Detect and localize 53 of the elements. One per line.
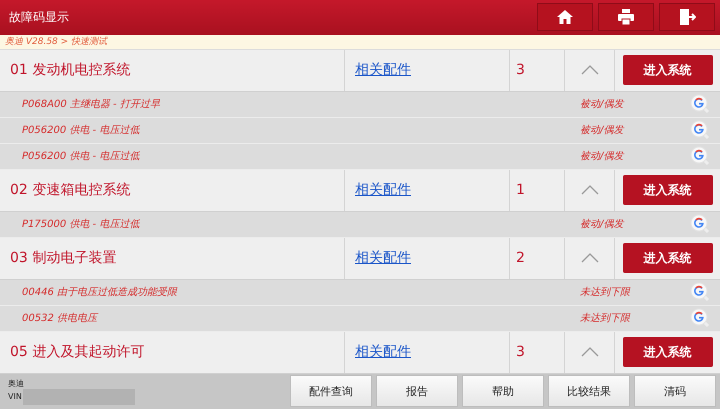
search-icon[interactable] xyxy=(690,308,710,328)
fault-status: 未达到下限 xyxy=(580,312,632,326)
footer-button[interactable]: 配件查询 xyxy=(290,375,372,408)
home-icon xyxy=(556,8,574,26)
exit-button[interactable] xyxy=(659,3,715,32)
fault-count: 1 xyxy=(510,170,565,211)
screen-title: 故障码显示 xyxy=(9,8,70,26)
parts-link[interactable]: 相关配件 xyxy=(345,343,411,362)
fault-status: 被动/偶发 xyxy=(580,150,626,164)
vehicle-name: 奥迪 xyxy=(8,378,25,389)
fault-status: 被动/偶发 xyxy=(580,98,626,112)
enter-system-button[interactable]: 进入系统 xyxy=(622,337,712,368)
exit-icon xyxy=(678,8,696,26)
search-icon[interactable] xyxy=(690,120,710,140)
printer-button[interactable] xyxy=(598,3,654,32)
footer-button[interactable]: 比较结果 xyxy=(548,375,630,408)
enter-system-button[interactable]: 进入系统 xyxy=(622,243,712,274)
system-name: 02 变速箱电控系统 xyxy=(0,170,345,211)
fault-code: P056200 供电 - 电压过低 xyxy=(21,124,141,138)
search-icon[interactable] xyxy=(690,282,710,302)
fault-code: P056200 供电 - 电压过低 xyxy=(21,150,141,164)
chevron-up-icon[interactable] xyxy=(580,252,600,264)
search-icon[interactable] xyxy=(690,214,710,234)
parts-link[interactable]: 相关配件 xyxy=(345,181,411,200)
enter-system-button[interactable]: 进入系统 xyxy=(622,175,712,206)
chevron-up-icon[interactable] xyxy=(580,184,600,196)
breadcrumb: 奥迪 V28.58 > 快速测试 xyxy=(0,34,720,49)
fault-status: 未达到下限 xyxy=(580,286,632,300)
fault-status: 被动/偶发 xyxy=(580,124,626,138)
system-name: 03 制动电子装置 xyxy=(0,238,345,279)
search-icon[interactable] xyxy=(690,94,710,114)
system-name: 05 进入及其起动许可 xyxy=(0,332,345,373)
fault-code: 00446 由于电压过低造成功能受限 xyxy=(21,286,178,300)
fault-code: P175000 供电 - 电压过低 xyxy=(21,218,141,232)
home-button[interactable] xyxy=(537,3,593,32)
chevron-up-icon[interactable] xyxy=(580,64,600,76)
vin-label: VIN xyxy=(8,392,22,402)
fault-count: 3 xyxy=(510,50,565,91)
fault-code: P068A00 主继电器 - 打开过早 xyxy=(21,98,161,112)
fault-count: 2 xyxy=(510,238,565,279)
parts-link[interactable]: 相关配件 xyxy=(345,61,411,80)
system-name: 01 发动机电控系统 xyxy=(0,50,345,91)
footer-button[interactable]: 清码 xyxy=(634,375,716,408)
fault-code: 00532 供电电压 xyxy=(21,312,100,326)
fault-count: 3 xyxy=(510,332,565,373)
search-icon[interactable] xyxy=(690,146,710,166)
fault-status: 被动/偶发 xyxy=(580,218,626,232)
chevron-up-icon[interactable] xyxy=(580,346,600,358)
footer-button[interactable]: 报告 xyxy=(376,375,458,408)
printer-icon xyxy=(617,8,635,26)
footer-button[interactable]: 帮助 xyxy=(462,375,544,408)
parts-link[interactable]: 相关配件 xyxy=(345,249,411,268)
enter-system-button[interactable]: 进入系统 xyxy=(622,55,712,86)
